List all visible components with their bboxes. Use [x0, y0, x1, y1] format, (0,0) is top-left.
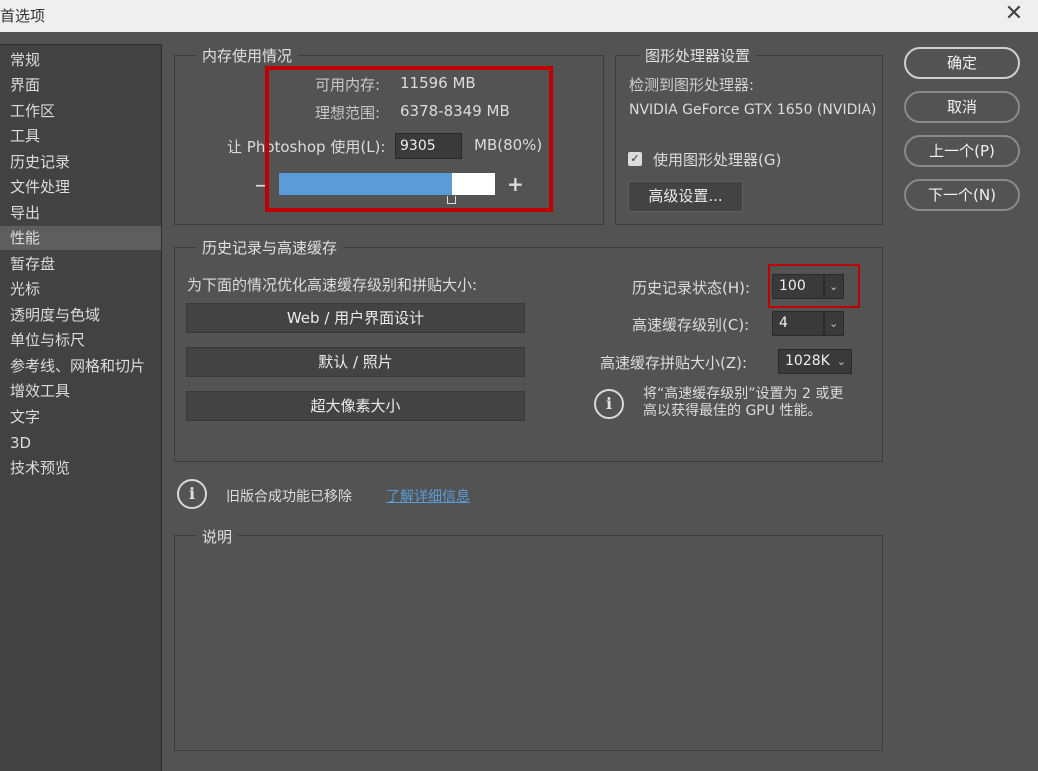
- close-icon[interactable]: ✕: [1000, 0, 1028, 28]
- memory-highlight-box: [265, 66, 553, 212]
- next-button[interactable]: 下一个(N): [904, 179, 1020, 211]
- sidebar-item-guides[interactable]: 参考线、网格和切片: [0, 354, 161, 378]
- cache-tile-size-select[interactable]: 1028K ⌄: [778, 349, 852, 374]
- gpu-detected-value: NVIDIA GeForce GTX 1650 (NVIDIA): [629, 102, 877, 118]
- sidebar-item-plugins[interactable]: 增效工具: [0, 379, 161, 403]
- sidebar-item-transparency[interactable]: 透明度与色域: [0, 303, 161, 327]
- description-title: 说明: [196, 526, 239, 547]
- info-icon: i: [177, 479, 207, 509]
- cache-levels-input[interactable]: 4: [772, 311, 824, 336]
- cache-tile-size-value: 1028K: [785, 353, 830, 369]
- sidebar-item-tech-preview[interactable]: 技术预览: [0, 456, 161, 480]
- legacy-compositing-text: 旧版合成功能已移除: [226, 489, 352, 505]
- sidebar-item-cursors[interactable]: 光标: [0, 277, 161, 301]
- history-states-label: 历史记录状态(H):: [632, 279, 751, 297]
- cache-levels-label: 高速缓存级别(C):: [632, 316, 750, 334]
- cache-tile-size-label: 高速缓存拼贴大小(Z):: [600, 354, 748, 372]
- sidebar-item-3d[interactable]: 3D: [0, 431, 161, 455]
- sidebar-item-export[interactable]: 导出: [0, 201, 161, 225]
- gpu-detected-label: 检测到图形处理器:: [629, 76, 755, 94]
- sidebar-item-type[interactable]: 文字: [0, 405, 161, 429]
- gpu-cache-info-line2: 高以获得最佳的 GPU 性能。: [643, 403, 822, 419]
- optimize-cache-label: 为下面的情况优化高速缓存级别和拼贴大小:: [187, 276, 478, 294]
- preset-huge-pixel-button[interactable]: 超大像素大小: [186, 391, 525, 421]
- sidebar: 常规 界面 工作区 工具 历史记录 文件处理 导出 性能 暂存盘 光标 透明度与…: [0, 44, 162, 771]
- cancel-button[interactable]: 取消: [904, 91, 1020, 123]
- sidebar-item-scratch-disks[interactable]: 暂存盘: [0, 252, 161, 276]
- sidebar-item-history[interactable]: 历史记录: [0, 150, 161, 174]
- history-cache-title: 历史记录与高速缓存: [196, 237, 344, 258]
- info-icon: i: [594, 389, 624, 419]
- cache-levels-dropdown[interactable]: ⌄: [824, 311, 844, 336]
- preset-web-ui-button[interactable]: Web / 用户界面设计: [186, 303, 525, 333]
- window-title: 首选项: [0, 7, 46, 25]
- gpu-settings-title: 图形处理器设置: [639, 45, 757, 66]
- history-states-highlight-box: [768, 264, 860, 308]
- sidebar-item-units[interactable]: 单位与标尺: [0, 328, 161, 352]
- sidebar-item-tools[interactable]: 工具: [0, 124, 161, 148]
- title-bar: 首选项 ✕: [0, 0, 1038, 32]
- description-group: [174, 535, 883, 751]
- sidebar-item-file-handling[interactable]: 文件处理: [0, 175, 161, 199]
- sidebar-item-workspace[interactable]: 工作区: [0, 99, 161, 123]
- sidebar-item-general[interactable]: 常规: [0, 48, 161, 72]
- memory-usage-title: 内存使用情况: [196, 45, 299, 66]
- advanced-settings-button[interactable]: 高级设置...: [628, 181, 743, 212]
- learn-more-link[interactable]: 了解详细信息: [386, 486, 470, 506]
- previous-button[interactable]: 上一个(P): [904, 135, 1020, 167]
- use-gpu-checkbox[interactable]: ✓: [628, 152, 642, 166]
- use-gpu-label[interactable]: 使用图形处理器(G): [653, 149, 781, 170]
- sidebar-item-performance[interactable]: 性能: [0, 226, 161, 250]
- preset-default-photo-button[interactable]: 默认 / 照片: [186, 347, 525, 377]
- ok-button[interactable]: 确定: [904, 47, 1020, 79]
- chevron-down-icon: ⌄: [836, 355, 846, 368]
- sidebar-item-interface[interactable]: 界面: [0, 73, 161, 97]
- chevron-down-icon: ⌄: [829, 317, 839, 330]
